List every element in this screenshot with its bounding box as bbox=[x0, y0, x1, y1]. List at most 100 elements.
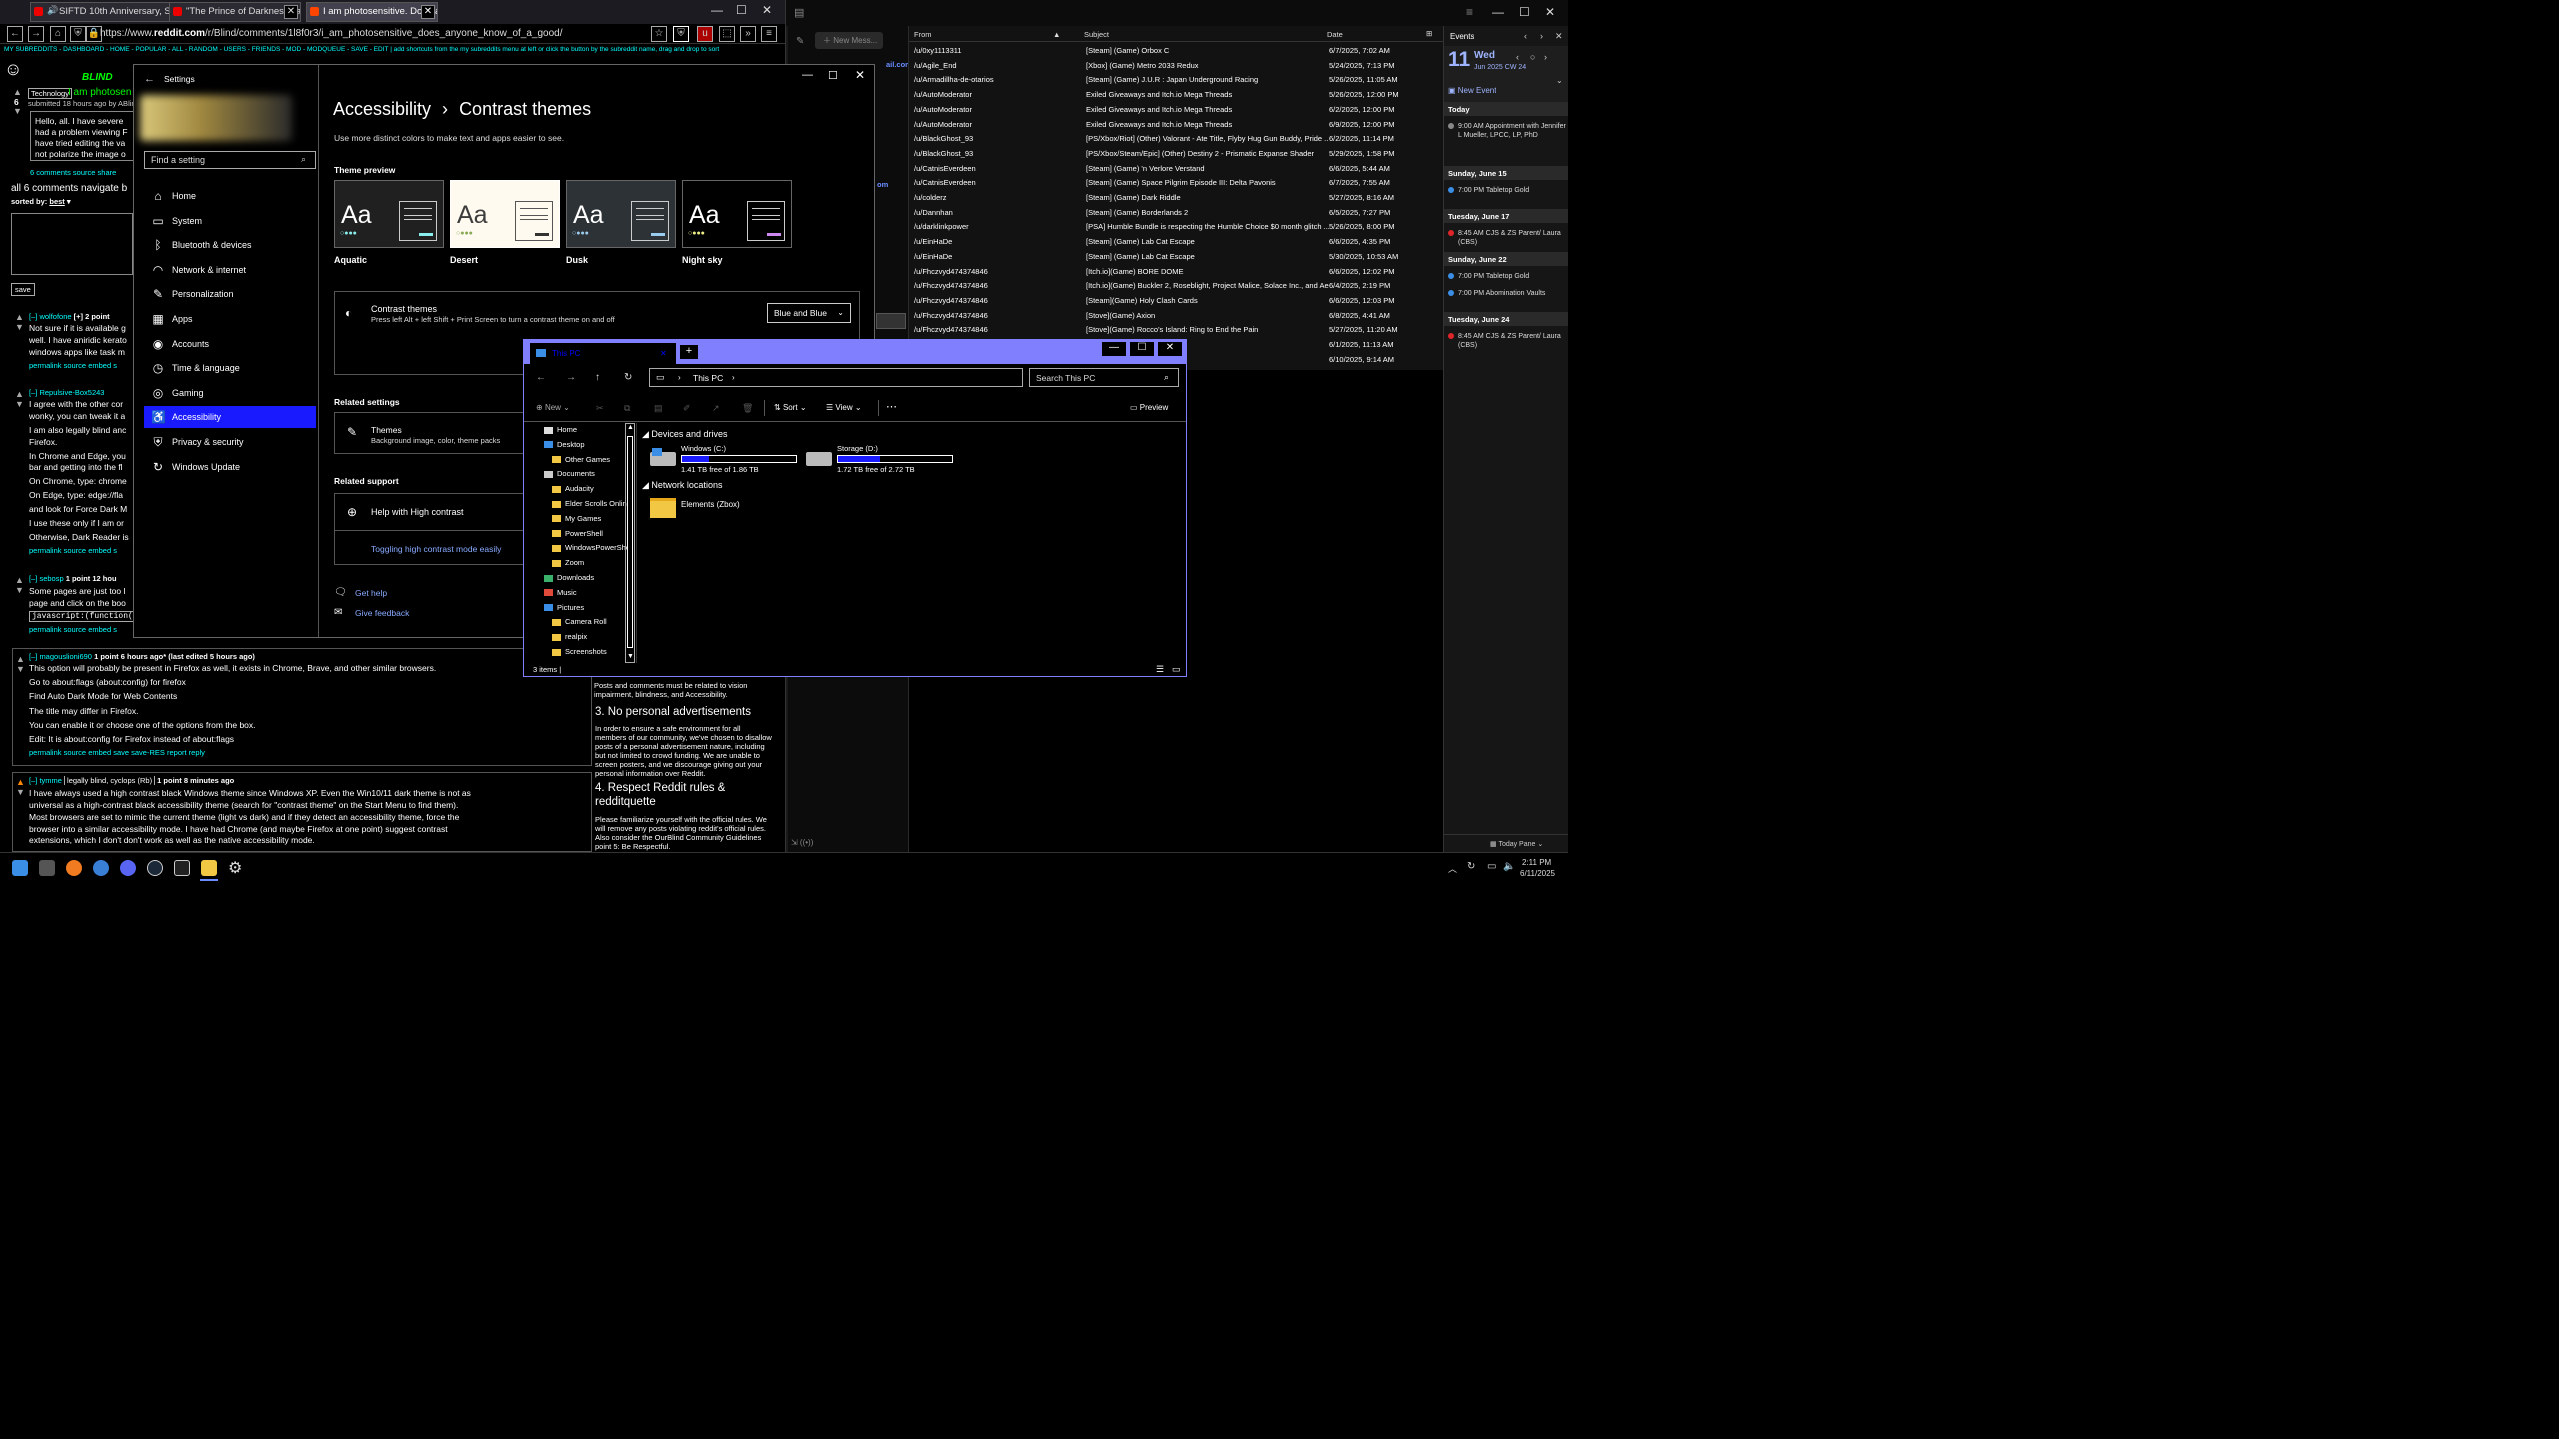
network-icon[interactable]: ▭ bbox=[1487, 861, 1496, 872]
comment-author[interactable]: [–] Repulsive-Box5243 bbox=[29, 388, 104, 397]
terminal-icon[interactable] bbox=[174, 860, 190, 876]
nav-item-gaming[interactable]: ◎ Gaming bbox=[144, 382, 316, 404]
upvote-icon[interactable]: ▲ bbox=[15, 576, 24, 585]
tree-item[interactable]: realpix bbox=[552, 632, 587, 641]
maximize-icon[interactable]: ☐ bbox=[828, 69, 838, 82]
next-day-icon[interactable]: › bbox=[1544, 52, 1547, 62]
more-options-icon[interactable]: ⋯ bbox=[886, 400, 897, 413]
comment-links[interactable]: permalink source embed save save-RES rep… bbox=[29, 748, 205, 757]
preview-button[interactable]: ▭ Preview bbox=[1130, 403, 1168, 412]
nav-item-bluetooth-devices[interactable]: ᛒ Bluetooth & devices bbox=[144, 234, 316, 256]
menu-icon[interactable]: ≡ bbox=[761, 26, 777, 42]
refresh-icon[interactable]: ↻ bbox=[624, 372, 632, 383]
search-icon[interactable]: ⌕ bbox=[1164, 372, 1169, 383]
clock-date[interactable]: 6/11/2025 bbox=[1520, 869, 1555, 878]
overflow-icon[interactable]: » bbox=[740, 26, 756, 42]
new-tab-icon[interactable]: + bbox=[680, 345, 698, 359]
tree-item[interactable]: Downloads bbox=[544, 573, 594, 582]
tree-item[interactable]: Elder Scrolls Online bbox=[552, 499, 628, 508]
chevron-down-icon[interactable]: ⌄ bbox=[1556, 76, 1563, 85]
nav-item-accessibility[interactable]: ♿ Accessibility bbox=[144, 406, 316, 429]
comment-author[interactable]: [–] magouslioni690 1 point 6 hours ago* … bbox=[29, 652, 255, 661]
nav-item-apps[interactable]: ▦ Apps bbox=[144, 308, 316, 330]
delete-icon[interactable]: 🗑 bbox=[742, 403, 753, 414]
drive-item[interactable]: Windows (C:) 1.41 TB free of 1.86 TB bbox=[650, 444, 800, 474]
network-location-item[interactable]: Elements (Zbox) bbox=[650, 496, 810, 524]
compose-icon[interactable]: ✎ bbox=[796, 36, 804, 47]
back-arrow-icon[interactable]: ← bbox=[144, 73, 155, 85]
calendar-icon[interactable]: ▤ bbox=[794, 6, 804, 19]
details-view-icon[interactable]: ☰ bbox=[1156, 664, 1164, 675]
downvote-icon[interactable]: ▼ bbox=[15, 400, 24, 409]
comment-author[interactable]: [–] tymme legally blind, cyclops (Rb) 1 … bbox=[29, 776, 234, 785]
help-title[interactable]: Help with High contrast bbox=[371, 507, 464, 517]
upvote-icon[interactable]: ▲ bbox=[15, 313, 24, 322]
minimize-icon[interactable]: — bbox=[1492, 5, 1504, 19]
back-icon[interactable]: ← bbox=[7, 26, 23, 42]
today-circle-icon[interactable]: ○ bbox=[1530, 52, 1535, 62]
event-item[interactable]: 8:45 AM CJS & ZS Parent/ Laura (CBS) bbox=[1448, 332, 1566, 350]
tree-item[interactable]: Screenshots bbox=[552, 647, 607, 656]
paste-icon[interactable]: ▤ bbox=[654, 403, 663, 414]
minimize-icon[interactable]: — bbox=[1102, 342, 1126, 356]
sort-by[interactable]: sorted by: best ▾ bbox=[11, 197, 71, 206]
downvote-icon[interactable]: ▼ bbox=[15, 586, 24, 595]
contrast-theme-dropdown[interactable]: Blue and Blue ⌄ bbox=[767, 303, 851, 323]
folder-scroll-thumb[interactable] bbox=[876, 313, 906, 329]
comment-links[interactable]: permalink source embed s bbox=[29, 625, 117, 634]
rename-icon[interactable]: ✐ bbox=[683, 403, 691, 414]
sort-value[interactable]: best bbox=[49, 197, 64, 206]
column-from[interactable]: From bbox=[914, 30, 932, 39]
tiles-view-icon[interactable]: ▭ bbox=[1172, 664, 1181, 675]
close-tab-icon[interactable]: ✕ bbox=[421, 5, 435, 19]
get-help-link[interactable]: Get help bbox=[355, 588, 387, 598]
ublock-icon[interactable]: u bbox=[697, 26, 713, 42]
view-button[interactable]: ☰ View ⌄ bbox=[826, 403, 862, 412]
downvote-icon[interactable]: ▼ bbox=[13, 107, 22, 116]
theme-card-night-sky[interactable]: Aa ○●●● bbox=[682, 180, 792, 248]
url-bar[interactable]: https://www.reddit.com/r/Blind/comments/… bbox=[100, 28, 563, 39]
scroll-down-icon[interactable]: ▼ bbox=[627, 653, 634, 660]
downvote-icon[interactable]: ▼ bbox=[16, 665, 25, 674]
tree-item[interactable]: PowerShell bbox=[552, 529, 603, 538]
network-header[interactable]: ◢ Network locations bbox=[642, 480, 722, 491]
up-icon[interactable]: ↑ bbox=[595, 372, 600, 383]
event-item[interactable]: 7:00 PM Tabletop Gold bbox=[1448, 186, 1566, 195]
forward-icon[interactable]: → bbox=[566, 372, 576, 383]
maximize-icon[interactable]: ☐ bbox=[1130, 342, 1154, 356]
upvote-icon[interactable]: ▲ bbox=[16, 778, 25, 787]
discord-icon[interactable] bbox=[120, 860, 136, 876]
upvote-icon[interactable]: ▲ bbox=[15, 390, 24, 399]
close-window-icon[interactable]: ✕ bbox=[855, 68, 865, 82]
theme-card-aquatic[interactable]: Aa ○●●● bbox=[334, 180, 444, 248]
menu-icon[interactable]: ≡ bbox=[1466, 5, 1473, 19]
author-name[interactable]: Repulsive-Box5243 bbox=[39, 388, 104, 397]
file-explorer-icon[interactable] bbox=[201, 860, 217, 876]
nav-item-windows-update[interactable]: ↻ Windows Update bbox=[144, 456, 316, 478]
scroll-thumb[interactable] bbox=[627, 436, 633, 648]
tree-item[interactable]: Pictures bbox=[544, 603, 584, 612]
avatar[interactable] bbox=[140, 95, 292, 141]
tree-item[interactable]: My Games bbox=[552, 514, 601, 523]
forward-icon[interactable]: → bbox=[28, 26, 44, 42]
comment-links[interactable]: permalink source embed s bbox=[29, 546, 117, 555]
new-event-button[interactable]: ▣ New Event bbox=[1448, 86, 1496, 95]
downvote-icon[interactable]: ▼ bbox=[16, 788, 25, 797]
tree-item[interactable]: Other Games bbox=[552, 455, 610, 464]
sync-icon[interactable]: ↻ bbox=[1467, 861, 1475, 872]
new-button[interactable]: ⊕ New ⌄ bbox=[536, 403, 570, 412]
back-icon[interactable]: ← bbox=[536, 372, 546, 383]
tree-item[interactable]: Camera Roll bbox=[552, 617, 607, 626]
scroll-up-icon[interactable]: ▲ bbox=[627, 424, 634, 431]
sort-button[interactable]: ⇅ Sort ⌄ bbox=[774, 403, 807, 412]
breadcrumb-this-pc[interactable]: This PC bbox=[693, 373, 723, 383]
tree-item[interactable]: Audacity bbox=[552, 484, 594, 493]
tree-item[interactable]: Music bbox=[544, 588, 577, 597]
volume-icon[interactable]: 🔈 bbox=[1503, 861, 1515, 872]
chevron-up-icon[interactable]: ︿ bbox=[1448, 862, 1457, 875]
comment-author[interactable]: [–] sebosp 1 point 12 hou bbox=[29, 574, 117, 583]
devices-header[interactable]: ◢ Devices and drives bbox=[642, 429, 727, 440]
sort-ascending-icon[interactable]: ▲ bbox=[1053, 30, 1060, 39]
event-item[interactable]: 7:00 PM Tabletop Gold bbox=[1448, 272, 1566, 281]
upvote-icon[interactable]: ▲ bbox=[16, 655, 25, 664]
